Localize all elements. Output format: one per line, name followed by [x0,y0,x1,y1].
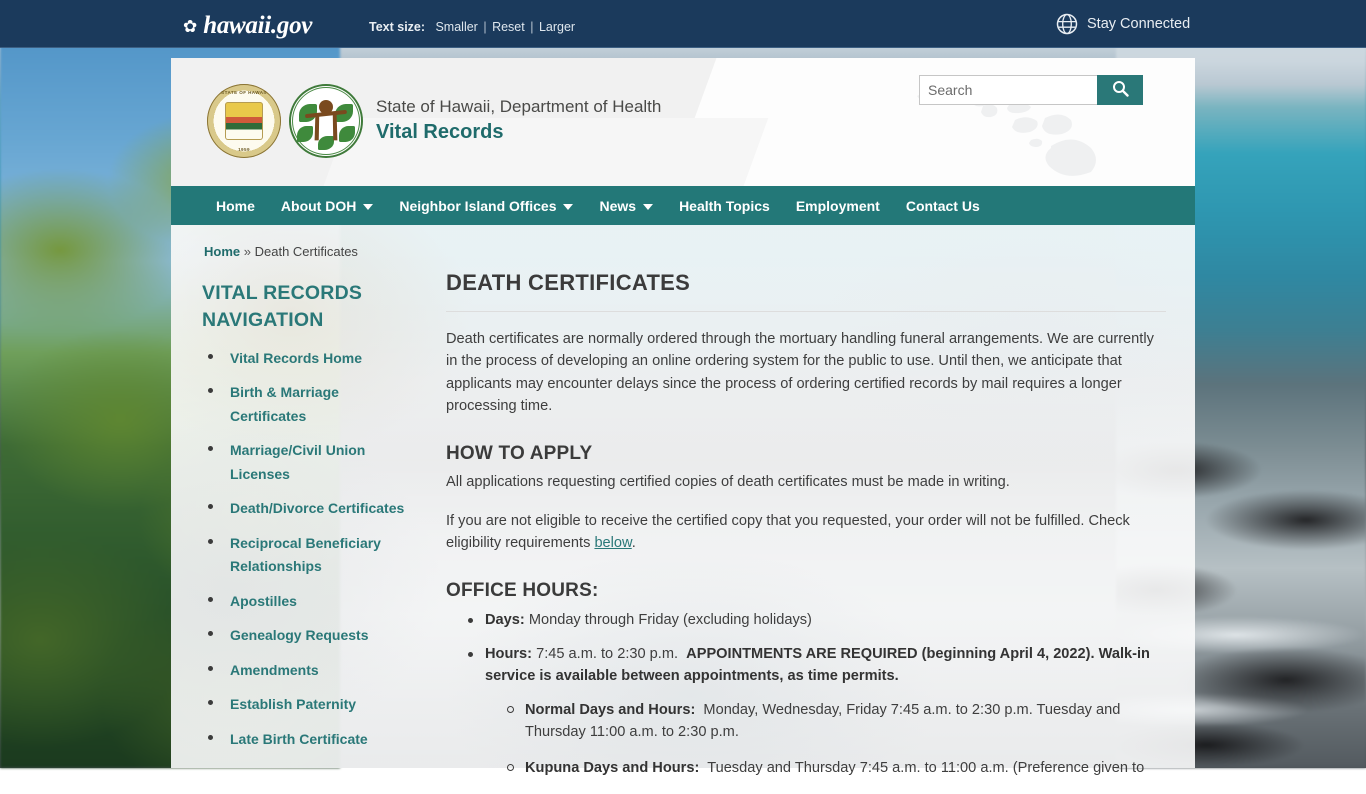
text-size-label: Text size: [369,20,425,34]
sidebar-item-amendments[interactable]: Amendments [230,662,319,678]
hawaii-gov-logo-link[interactable]: ✿ hawaii.gov [183,12,312,40]
how-to-apply-paragraph-2: If you are not eligible to receive the c… [446,510,1166,555]
list-item: Establish Paternity [202,693,417,717]
days-value: Monday through Friday (excluding holiday… [529,612,812,628]
nav-label: Employment [796,198,880,214]
text-size-smaller-link[interactable]: Smaller [435,20,477,34]
list-item-kupuna-hours: Kupuna Days and Hours: Tuesday and Thurs… [485,758,1166,780]
stay-connected-label: Stay Connected [1087,16,1190,32]
site-title: Vital Records [376,121,661,144]
magnifier-icon [1112,80,1129,100]
list-item: Birth & Marriage Certificates [202,381,417,428]
text-size-separator-2: | [530,20,533,34]
vital-records-sidebar: VITAL RECORDS NAVIGATION Vital Records H… [202,280,417,763]
list-item: Late Birth Certificate [202,728,417,752]
main-navigation: Home About DOH Neighbor Island Offices N… [171,186,1195,225]
hibiscus-flower-icon: ✿ [183,18,197,35]
nav-item-about-doh[interactable]: About DOH [268,186,386,225]
breadcrumb: Home » Death Certificates [204,244,358,259]
globe-icon [1056,13,1078,35]
list-item-days: Days: Monday through Friday (excluding h… [446,610,1166,632]
sidebar-item-genealogy-requests[interactable]: Genealogy Requests [230,627,369,643]
seal-state-coat-of-arms [225,102,263,140]
search-button[interactable] [1097,75,1143,105]
sidebar-list: Vital Records Home Birth & Marriage Cert… [202,347,417,752]
eligibility-text-before: If you are not eligible to receive the c… [446,513,1130,551]
search-input[interactable] [919,75,1097,105]
nav-item-home[interactable]: Home [203,186,268,225]
normal-hours-label: Normal Days and Hours: [525,702,695,718]
sidebar-item-birth-marriage-certificates[interactable]: Birth & Marriage Certificates [230,384,339,424]
text-size-separator-1: | [483,20,486,34]
sidebar-heading: VITAL RECORDS NAVIGATION [202,280,417,334]
nav-label: About DOH [281,198,356,214]
breadcrumb-separator: » [244,244,251,259]
hours-label: Hours: [485,646,532,662]
list-item: Vital Records Home [202,347,417,371]
below-link[interactable]: below [594,535,631,551]
chevron-down-icon [363,204,373,210]
list-item: Marriage/Civil Union Licenses [202,439,417,486]
list-item-hours: Hours: 7:45 a.m. to 2:30 p.m. APPOINTMEN… [446,644,1166,779]
stay-connected-link[interactable]: Stay Connected [1056,13,1190,35]
office-hours-heading: OFFICE HOURS: [446,580,1166,602]
sidebar-item-apostilles[interactable]: Apostilles [230,593,297,609]
hawaii-gov-wordmark: hawaii.gov [203,12,312,40]
sidebar-item-reciprocal-beneficiary-relationships[interactable]: Reciprocal Beneficiary Relationships [230,535,381,575]
breadcrumb-home-link[interactable]: Home [204,244,240,259]
list-item: Amendments [202,659,417,683]
nav-label: Home [216,198,255,214]
page-title: DEATH CERTIFICATES [446,270,1166,312]
list-item: Death/Divorce Certificates [202,497,417,521]
nav-item-contact-us[interactable]: Contact Us [893,186,993,225]
agency-seals: STATE OF HAWAII 1959 [207,84,363,158]
nav-label: News [599,198,636,214]
agency-name: State of Hawaii, Department of Health [376,96,661,118]
how-to-apply-paragraph-1: All applications requesting certified co… [446,471,1166,493]
text-size-larger-link[interactable]: Larger [539,20,575,34]
sidebar-item-marriage-civil-union-licenses[interactable]: Marriage/Civil Union Licenses [230,442,365,482]
sidebar-item-establish-paternity[interactable]: Establish Paternity [230,696,356,712]
main-content: DEATH CERTIFICATES Death certificates ar… [446,270,1166,794]
top-utility-bar: ✿ hawaii.gov Text size: Smaller | Reset … [0,0,1366,48]
nav-label: Contact Us [906,198,980,214]
list-item-normal-hours: Normal Days and Hours: Monday, Wednesday… [485,700,1166,744]
list-item: Apostilles [202,590,417,614]
office-hours-list: Days: Monday through Friday (excluding h… [446,610,1166,779]
sidebar-item-death-divorce-certificates[interactable]: Death/Divorce Certificates [230,500,404,516]
doh-seal-icon [289,84,363,158]
site-header: STATE OF HAWAII 1959 State of Hawaii, De… [171,58,1195,186]
nav-item-news[interactable]: News [586,186,666,225]
sidebar-item-vital-records-home[interactable]: Vital Records Home [230,350,362,366]
breadcrumb-current: Death Certificates [255,244,358,259]
eligibility-text-after: . [632,535,636,551]
nav-item-neighbor-island-offices[interactable]: Neighbor Island Offices [386,186,586,225]
how-to-apply-heading: HOW TO APPLY [446,443,1166,465]
list-item: Genealogy Requests [202,624,417,648]
chevron-down-icon [563,204,573,210]
state-of-hawaii-seal-icon: STATE OF HAWAII 1959 [207,84,281,158]
sidebar-item-late-birth-certificate[interactable]: Late Birth Certificate [230,731,368,747]
intro-paragraph: Death certificates are normally ordered … [446,328,1166,417]
list-item: Reciprocal Beneficiary Relationships [202,532,417,579]
seal-state-top-text: STATE OF HAWAII [207,90,281,95]
nav-label: Health Topics [679,198,770,214]
text-size-reset-link[interactable]: Reset [492,20,525,34]
chevron-down-icon [643,204,653,210]
nav-item-employment[interactable]: Employment [783,186,893,225]
nav-label: Neighbor Island Offices [399,198,556,214]
search-form [919,75,1143,105]
text-size-controls: Text size: Smaller | Reset | Larger [369,20,575,34]
seal-state-bottom-text: 1959 [207,147,281,152]
site-title-block: State of Hawaii, Department of Health Vi… [376,96,661,144]
hours-value: 7:45 a.m. to 2:30 p.m. [536,646,678,662]
days-label: Days: [485,612,525,628]
nav-item-health-topics[interactable]: Health Topics [666,186,783,225]
